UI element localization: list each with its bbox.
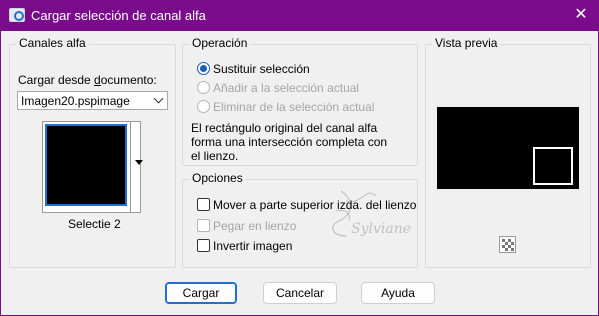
operation-description-line: el lienzo. <box>191 149 239 163</box>
channel-thumbnail <box>45 124 127 206</box>
radio-subtract-label: Eliminar de la selección actual <box>213 100 375 114</box>
signature-watermark: Sylviane <box>332 190 411 237</box>
title-bar[interactable]: Cargar selección de canal alfa ✕ <box>0 0 599 31</box>
operation-description-line: El rectángulo original del canal alfa <box>191 121 378 135</box>
checkbox-paste-canvas[interactable] <box>197 219 210 232</box>
cancel-button[interactable]: Cancelar <box>263 282 337 304</box>
radio-replace-selection[interactable] <box>197 62 210 75</box>
load-from-document-label: Cargar desde documento: <box>18 73 157 87</box>
thumbnail-dropdown-button[interactable] <box>130 122 143 212</box>
load-button[interactable]: Cargar <box>165 282 237 304</box>
channel-thumbnail-picker[interactable] <box>42 121 143 213</box>
checkbox-paste-canvas-label: Pegar en lienzo <box>213 219 297 233</box>
window-title: Cargar selección de canal alfa <box>31 8 206 23</box>
selection-name: Selectie 2 <box>68 217 121 231</box>
radio-add-selection[interactable] <box>197 81 210 94</box>
watermark-text: Sylviane <box>351 221 411 237</box>
zoom-checker-icon[interactable] <box>499 236 516 253</box>
dialog-body: Canales alfa Cargar desde documento: Ima… <box>1 31 598 315</box>
help-button[interactable]: Ayuda <box>361 282 435 304</box>
operation-title: Operación <box>189 36 251 50</box>
preview-image <box>437 107 579 189</box>
operation-description-line: forma una intersección completa con <box>191 135 388 149</box>
preview-selection-rect <box>533 147 573 185</box>
radio-add-label: Añadir a la selección actual <box>213 81 360 95</box>
camera-icon <box>9 8 25 22</box>
dialog-window: Cargar selección de canal alfa ✕ Canales… <box>0 0 599 316</box>
close-button[interactable]: ✕ <box>568 4 594 26</box>
operation-description: El rectángulo original del canal alfa fo… <box>191 121 387 163</box>
alpha-channels-title: Canales alfa <box>16 36 89 50</box>
document-select-value: Imagen20.pspimage <box>21 94 130 108</box>
dropdown-arrow-icon <box>135 160 143 165</box>
checkbox-move-top-left[interactable] <box>197 198 210 211</box>
checkbox-invert-image-label: Invertir imagen <box>213 239 293 253</box>
radio-replace-label: Sustituir selección <box>213 62 310 76</box>
preview-title: Vista previa <box>432 36 501 50</box>
chevron-down-icon <box>153 93 164 104</box>
checkbox-invert-image[interactable] <box>197 239 210 252</box>
radio-subtract-selection[interactable] <box>197 100 210 113</box>
document-select[interactable]: Imagen20.pspimage <box>17 91 168 110</box>
options-title: Opciones <box>189 171 246 185</box>
